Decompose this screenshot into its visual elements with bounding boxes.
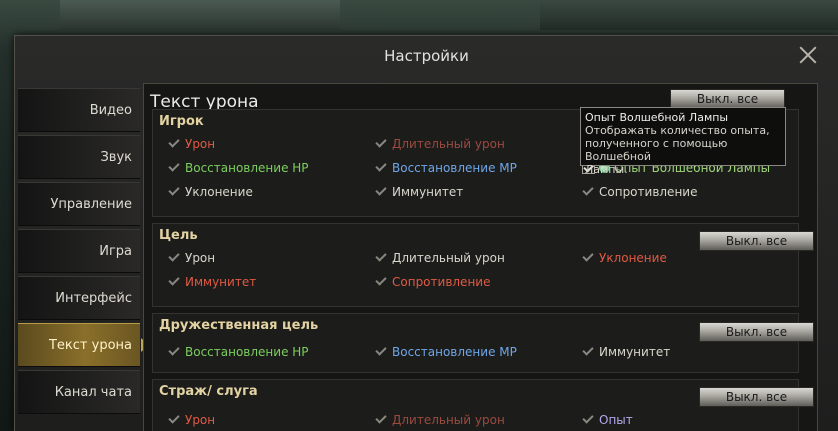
lamp-exp-tooltip: Опыт Волшебной Лампы Отображать количест… bbox=[580, 107, 786, 176]
option-label: Урон bbox=[185, 137, 216, 151]
option-target-dot[interactable]: Длительный урон bbox=[375, 250, 505, 266]
option-label: Иммунитет bbox=[599, 345, 671, 359]
option-friendly-immunity[interactable]: Иммунитет bbox=[582, 344, 670, 360]
checkbox-checked[interactable] bbox=[375, 185, 388, 198]
tooltip-line: Отображать количество опыта, bbox=[585, 124, 770, 137]
checkbox-checked[interactable] bbox=[375, 251, 388, 264]
option-player-hp[interactable]: Восстановление HP bbox=[168, 160, 309, 176]
tooltip-title: Опыт Волшебной Лампы bbox=[585, 111, 729, 124]
checkbox-checked[interactable] bbox=[375, 137, 388, 150]
section-title: Страж/ слуга bbox=[159, 384, 258, 399]
close-icon[interactable] bbox=[797, 44, 819, 66]
window-title: Настройки bbox=[384, 47, 469, 65]
checkbox-checked[interactable] bbox=[168, 345, 181, 358]
option-target-evasion[interactable]: Уклонение bbox=[582, 250, 667, 266]
tooltip-line: полученного с помощью Волшебной bbox=[585, 137, 728, 163]
sidebar-item-chat-channel[interactable]: Канал чата bbox=[18, 370, 140, 414]
section-title: Цель bbox=[159, 228, 198, 243]
checkbox-checked[interactable] bbox=[168, 185, 181, 198]
checkbox-checked[interactable] bbox=[582, 413, 595, 426]
option-label: Длительный урон bbox=[392, 413, 505, 427]
option-label: Длительный урон bbox=[392, 251, 505, 265]
option-target-damage[interactable]: Урон bbox=[168, 250, 215, 266]
tooltip-line: Лампы. bbox=[585, 163, 628, 176]
option-player-damage[interactable]: Урон bbox=[168, 136, 215, 152]
option-label: Опыт bbox=[599, 413, 633, 427]
option-player-dot[interactable]: Длительный урон bbox=[375, 136, 505, 152]
checkbox-checked[interactable] bbox=[582, 185, 595, 198]
checkbox-checked[interactable] bbox=[582, 251, 595, 264]
checkbox-checked[interactable] bbox=[168, 137, 181, 150]
option-player-evasion[interactable]: Уклонение bbox=[168, 184, 253, 200]
disable-all-button-friendly[interactable]: Выкл. все bbox=[699, 322, 814, 342]
disable-all-button-guardian[interactable]: Выкл. все bbox=[699, 387, 814, 407]
checkbox-checked[interactable] bbox=[582, 345, 595, 358]
option-target-resist[interactable]: Сопротивление bbox=[375, 274, 490, 290]
checkbox-checked[interactable] bbox=[375, 413, 388, 426]
sidebar-item-sound[interactable]: Звук bbox=[18, 135, 140, 179]
option-friendly-hp[interactable]: Восстановление HP bbox=[168, 344, 309, 360]
option-label: Длительный урон bbox=[392, 137, 505, 151]
option-label: Иммунитет bbox=[185, 275, 257, 289]
disable-all-button-target[interactable]: Выкл. все bbox=[699, 231, 814, 251]
option-label: Урон bbox=[185, 251, 216, 265]
checkbox-checked[interactable] bbox=[168, 413, 181, 426]
option-label: Иммунитет bbox=[392, 185, 464, 199]
settings-sidebar: Видео Звук Управление Игра Интерфейс Тек… bbox=[18, 88, 140, 417]
checkbox-checked[interactable] bbox=[375, 161, 388, 174]
option-target-immunity[interactable]: Иммунитет bbox=[168, 274, 256, 290]
background-structure bbox=[540, 0, 838, 30]
background-structure bbox=[60, 0, 340, 30]
disable-all-button-player[interactable]: Выкл. все bbox=[670, 89, 785, 109]
option-guardian-damage[interactable]: Урон bbox=[168, 412, 215, 428]
option-label: Урон bbox=[185, 413, 216, 427]
sidebar-item-controls[interactable]: Управление bbox=[18, 182, 140, 226]
option-guardian-dot[interactable]: Длительный урон bbox=[375, 412, 505, 428]
option-label: Сопротивление bbox=[392, 275, 491, 289]
sidebar-item-game[interactable]: Игра bbox=[18, 229, 140, 273]
option-label: Восстановление HP bbox=[185, 161, 309, 175]
checkbox-checked[interactable] bbox=[168, 275, 181, 288]
option-friendly-mp[interactable]: Восстановление MP bbox=[375, 344, 517, 360]
checkbox-checked[interactable] bbox=[168, 251, 181, 264]
checkbox-checked[interactable] bbox=[375, 275, 388, 288]
checkbox-checked[interactable] bbox=[168, 161, 181, 174]
section-title: Игрок bbox=[159, 114, 204, 129]
option-label: Восстановление MP bbox=[392, 345, 517, 359]
option-player-immunity[interactable]: Иммунитет bbox=[375, 184, 463, 200]
option-player-resist[interactable]: Сопротивление bbox=[582, 184, 697, 200]
settings-window: Настройки Видео Звук Управление Игра Инт… bbox=[14, 35, 838, 431]
sidebar-item-interface[interactable]: Интерфейс bbox=[18, 276, 140, 320]
section-title: Дружественная цель bbox=[159, 318, 319, 333]
option-label: Восстановление MP bbox=[392, 161, 517, 175]
checkbox-checked[interactable] bbox=[375, 345, 388, 358]
option-label: Уклонение bbox=[599, 251, 667, 265]
option-label: Сопротивление bbox=[599, 185, 698, 199]
option-player-mp[interactable]: Восстановление MP bbox=[375, 160, 517, 176]
option-label: Восстановление HP bbox=[185, 345, 309, 359]
option-label: Уклонение bbox=[185, 185, 253, 199]
sidebar-item-damage-text[interactable]: Текст урона bbox=[18, 323, 140, 367]
option-guardian-exp[interactable]: Опыт bbox=[582, 412, 633, 428]
sidebar-item-video[interactable]: Видео bbox=[18, 88, 140, 132]
